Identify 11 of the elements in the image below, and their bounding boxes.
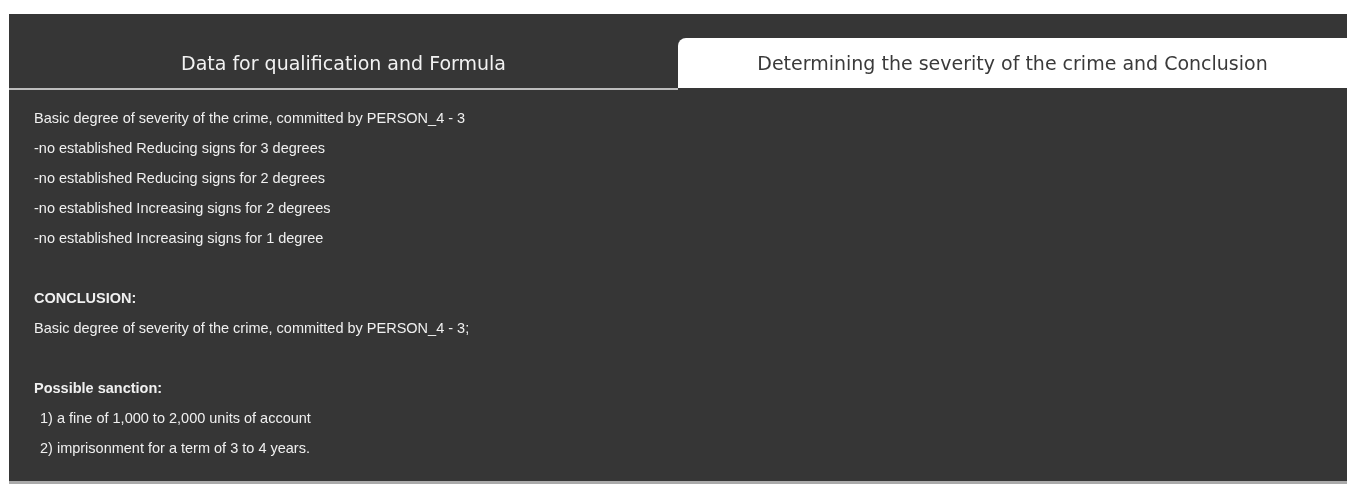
section-heading: CONCLUSION: <box>34 289 138 308</box>
text-line: Basic degree of severity of the crime, committed by PERSON_4 - 3 <box>34 109 467 128</box>
text-line: -no established Increasing signs for 1 degree <box>34 229 325 248</box>
text-line: -no established Reducing signs for 3 degrees <box>34 139 326 158</box>
text-line: -no established Increasing signs for 2 degrees <box>34 199 332 218</box>
tab[interactable]: Determining the severity of the crime and Conclusion <box>678 38 1347 90</box>
list-item: 2) imprisonment for a term of 3 to 4 years. <box>39 439 311 458</box>
list-item: 1) a fine of 1,000 to 2,000 units of account <box>39 409 312 428</box>
text-line: -no established Reducing signs for 2 degrees <box>34 169 326 188</box>
text-line: Basic degree of severity of the crime, committed by PERSON_4 - 3; <box>34 319 471 338</box>
section-heading: Possible sanction: <box>34 379 164 398</box>
